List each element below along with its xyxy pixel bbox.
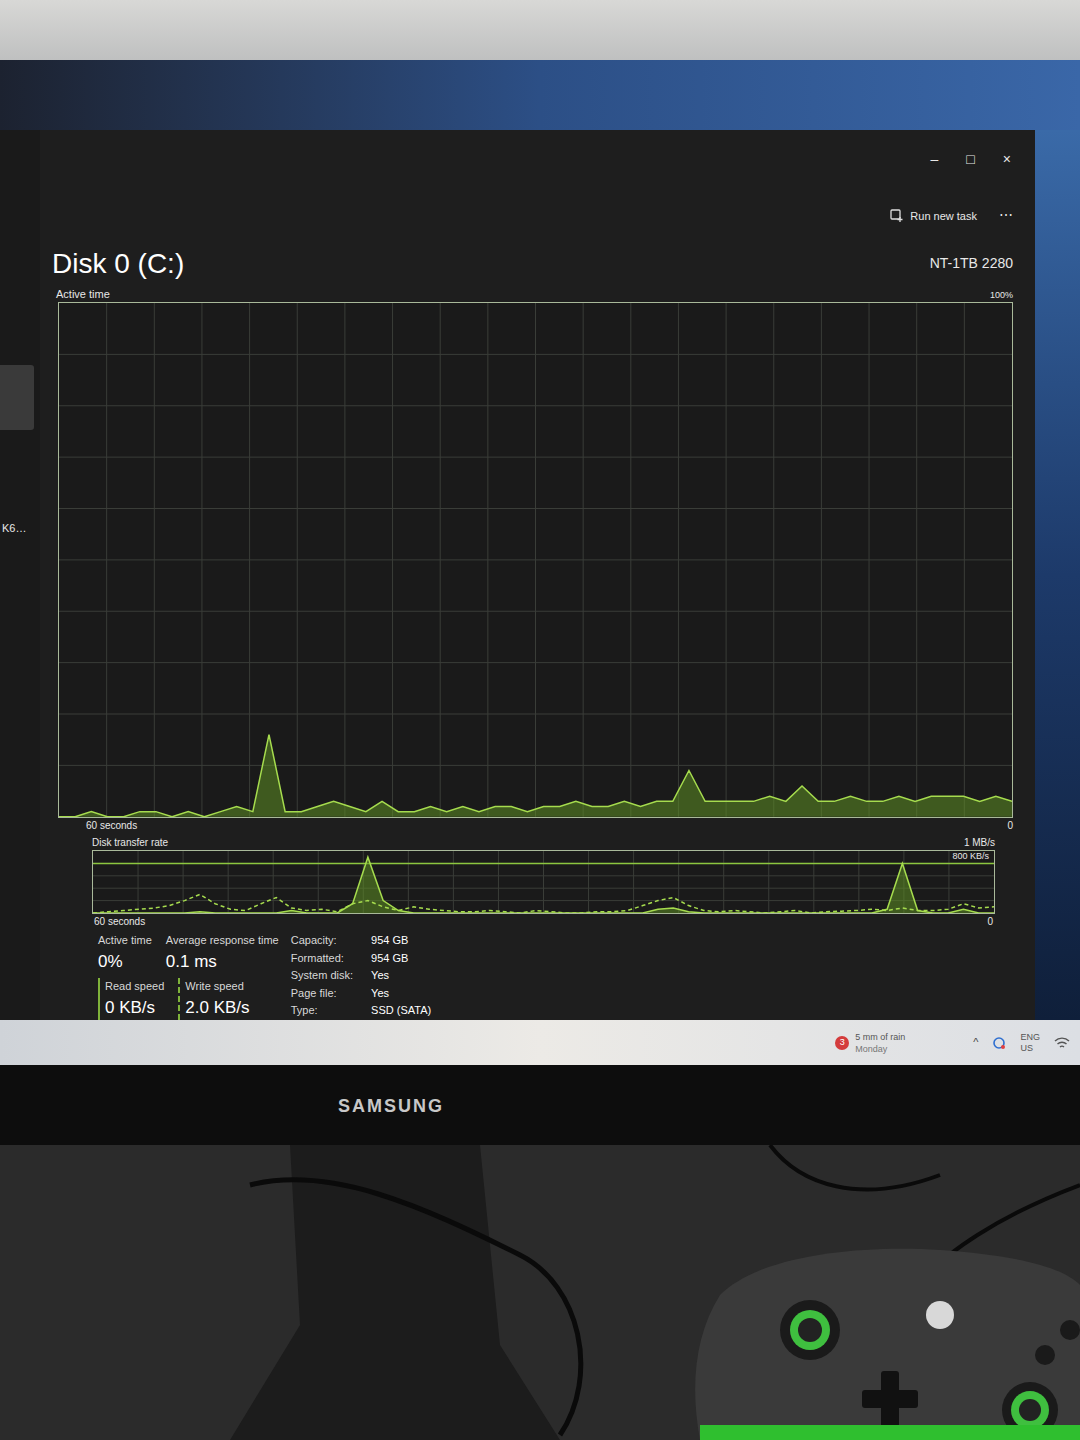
transfer-rate-chart: 800 KB/s: [92, 850, 995, 914]
disk-title: Disk 0 (C:): [52, 243, 184, 285]
taskbar: 3 5 mm of rain Monday ^ ENG US: [0, 1020, 1080, 1065]
wallpaper-edge: [1035, 130, 1080, 1020]
active-time-stat: Active time 0%: [98, 932, 152, 974]
property-value: Yes: [371, 985, 431, 1002]
language-indicator[interactable]: ENG US: [1020, 1032, 1040, 1054]
wallpaper-strip: [0, 60, 1080, 130]
property-value: 954 GB: [371, 950, 431, 967]
desk: [0, 1145, 1080, 1440]
chart-max-label: 1 MB/s: [964, 835, 995, 850]
chart-max-label: 100%: [990, 289, 1013, 303]
monitor-bezel: SAMSUNG: [0, 1065, 1080, 1145]
time-label: 60 seconds: [94, 914, 145, 930]
read-area: [93, 857, 994, 913]
game-controller-icon: [695, 1249, 1080, 1440]
chart-label: Active time: [52, 286, 110, 303]
sidebar-selection: [0, 365, 34, 430]
line-label: 800 KB/s: [950, 851, 991, 862]
time-label: 60 seconds: [86, 818, 137, 834]
reference-line: [93, 863, 994, 865]
task-manager-window: K6… – □ × Run new task ⋯ Disk 0 (C:) NT-1T…: [0, 130, 1035, 1020]
weather-widget[interactable]: 3 5 mm of rain Monday: [835, 1031, 905, 1055]
active-area: [59, 735, 1012, 817]
write-speed-stat: Write speed 2.0 KB/s: [178, 978, 249, 1020]
wifi-icon[interactable]: [1054, 1036, 1070, 1050]
close-button[interactable]: ×: [1003, 149, 1011, 170]
chart-min-label: 0: [1007, 818, 1013, 834]
property-label: Type:: [291, 1002, 353, 1019]
disk-model: NT-1TB 2280: [930, 253, 1013, 274]
chart-label: Disk transfer rate: [92, 835, 168, 850]
window-controls: – □ ×: [52, 130, 1013, 189]
screen: K6… – □ × Run new task ⋯ Disk 0 (C:) NT-1T…: [0, 60, 1080, 1065]
property-value: 954 GB: [371, 932, 431, 949]
sidebar-item[interactable]: K6…: [0, 520, 40, 537]
toolbar: Run new task ⋯: [52, 189, 1013, 243]
minimize-button[interactable]: –: [931, 149, 939, 170]
more-button[interactable]: ⋯: [999, 205, 1013, 226]
maximize-button[interactable]: □: [966, 149, 974, 170]
monitor-stand: [230, 1145, 560, 1440]
write-line: [93, 894, 994, 913]
sidebar: K6…: [0, 130, 40, 1020]
sync-icon[interactable]: [992, 1036, 1006, 1050]
active-line: [59, 735, 1012, 817]
property-value: SSD (SATA): [371, 1002, 431, 1019]
read-speed-stat: Read speed 0 KB/s: [98, 978, 164, 1020]
active-time-chart: [58, 302, 1013, 818]
property-label: Formatted:: [291, 950, 353, 967]
wall: [0, 0, 1080, 60]
read-line: [93, 857, 994, 913]
tray-chevron[interactable]: ^: [973, 1034, 978, 1051]
notification-badge: 3: [835, 1036, 849, 1050]
brand-logo: SAMSUNG: [338, 1096, 444, 1116]
desk-scene: [0, 1145, 1080, 1440]
response-time-stat: Average response time 0.1 ms: [166, 932, 279, 974]
properties: Capacity: 954 GB Formatted: 954 GB System di…: [291, 932, 431, 1020]
chart-min-label: 0: [987, 914, 993, 930]
property-label: Capacity:: [291, 932, 353, 949]
property-label: System disk:: [291, 967, 353, 984]
run-new-task-button[interactable]: Run new task: [890, 208, 977, 225]
run-task-icon: [890, 209, 904, 223]
property-value: Yes: [371, 967, 431, 984]
property-label: Page file:: [291, 985, 353, 1002]
